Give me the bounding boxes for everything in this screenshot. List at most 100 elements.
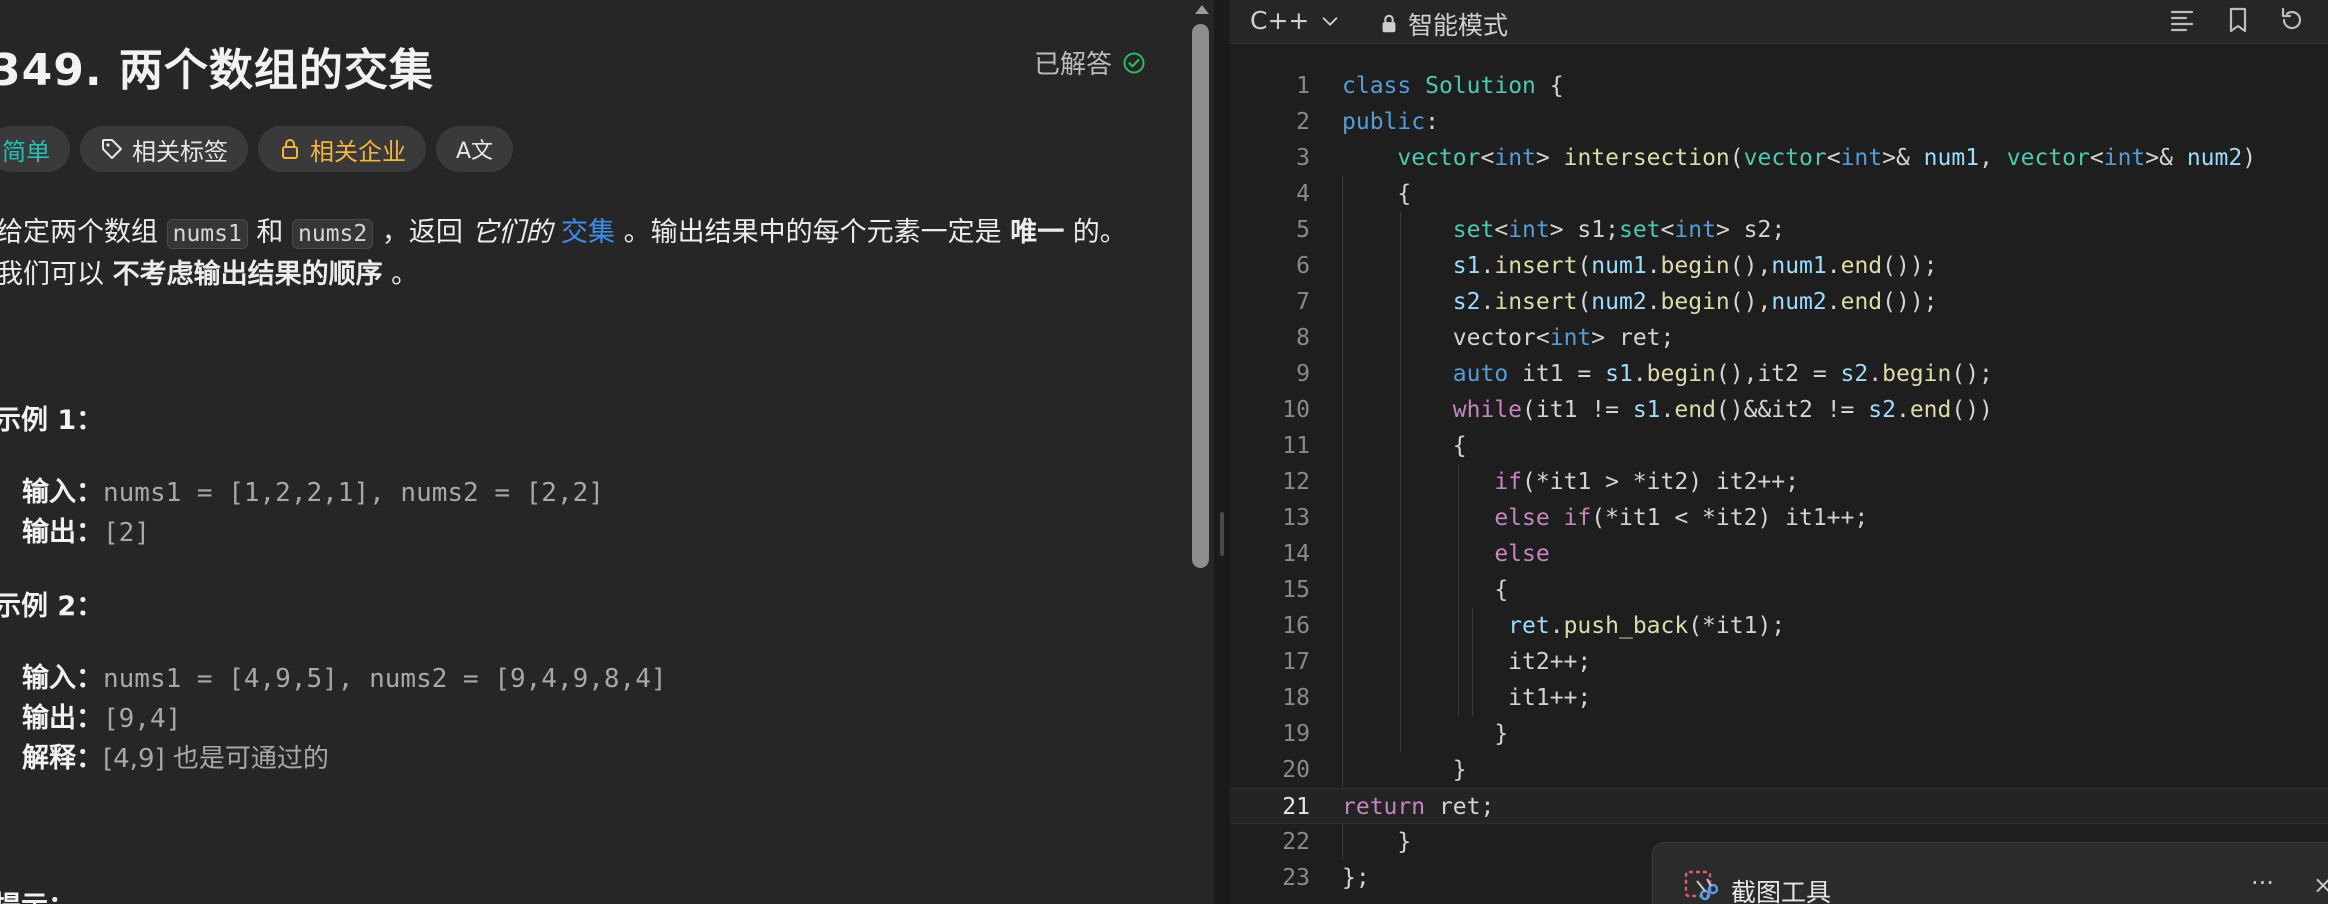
- line-number: 17: [1282, 649, 1310, 675]
- intersection-link[interactable]: 交集: [561, 217, 615, 248]
- more-options-button[interactable]: ···: [2251, 869, 2274, 897]
- line-number: 9: [1296, 361, 1310, 387]
- mode-select[interactable]: 智能模式: [1378, 6, 1508, 42]
- line-number: 13: [1282, 505, 1310, 531]
- chevron-down-icon: [1323, 16, 1338, 26]
- example-2-title: 示例 2：: [0, 591, 104, 622]
- code-line[interactable]: 17 it2++;: [1230, 644, 2328, 680]
- description-line-1: 给定两个数组 nums1 和 nums2 ，返回 它们的 交集 。输出结果中的每…: [0, 210, 1127, 249]
- reset-icon[interactable]: [2278, 6, 2306, 34]
- code-line[interactable]: 6 s1.insert(num1.begin(),num1.end());: [1230, 248, 2328, 284]
- solved-label: 已解答: [1034, 50, 1113, 80]
- code-text: {: [1342, 181, 1412, 207]
- code-line[interactable]: 4 {: [1230, 176, 2328, 212]
- code-text: else: [1494, 541, 1550, 567]
- topics-label: 相关标签: [132, 137, 228, 166]
- code-line[interactable]: 5 set<int> s1;set<int> s2;: [1230, 212, 2328, 248]
- code-line[interactable]: 3 vector<int> intersection(vector<int>& …: [1230, 140, 2328, 176]
- code-line[interactable]: 20 }: [1230, 752, 2328, 788]
- description-line-2: 我们可以 不考虑输出结果的顺序 。: [0, 252, 418, 291]
- translate-icon: A文: [456, 139, 494, 164]
- close-button[interactable]: ×: [2313, 871, 2328, 899]
- code-line-active[interactable]: 21 return ret;: [1230, 788, 2328, 824]
- desc-emphasis: 它们的: [471, 217, 553, 248]
- splitter-grip[interactable]: [1220, 512, 1224, 556]
- output-label: 输出：: [22, 703, 103, 734]
- line-number: 10: [1282, 397, 1310, 423]
- code-line[interactable]: 1 class Solution {: [1230, 68, 2328, 104]
- line-number: 6: [1296, 253, 1310, 279]
- code-text: it1++;: [1342, 685, 1592, 711]
- bookmark-icon[interactable]: [2224, 6, 2252, 34]
- code-line[interactable]: 18 it1++;: [1230, 680, 2328, 716]
- code-text: }: [1342, 757, 1467, 783]
- difficulty-label: 简单: [2, 137, 50, 166]
- inline-code-nums1: nums1: [166, 219, 248, 249]
- code-text: s2.insert(num2.begin(),num2.end());: [1452, 289, 1938, 315]
- topics-tag-button[interactable]: 相关标签: [80, 126, 248, 172]
- code-line[interactable]: 14 else: [1230, 536, 2328, 572]
- desc-text: 我们可以: [0, 259, 113, 290]
- output-label: 输出：: [22, 517, 103, 548]
- code-line[interactable]: 10 while(it1 != s1.end()&&it2 != s2.end(…: [1230, 392, 2328, 428]
- line-number: 21: [1282, 794, 1310, 820]
- language-select[interactable]: C++: [1250, 6, 1341, 35]
- snipping-tool-icon: [1684, 870, 1719, 901]
- scroll-up-arrow-icon[interactable]: [1193, 2, 1211, 16]
- code-line[interactable]: 2 public:: [1230, 104, 2328, 140]
- tag-icon: [102, 139, 122, 159]
- lock-icon: [282, 139, 298, 159]
- code-text: public:: [1342, 109, 1439, 135]
- translate-button[interactable]: A文: [436, 126, 514, 172]
- code-editor[interactable]: C++ 智能模式 1 class Solution { 2 public: 3 …: [1230, 0, 2328, 904]
- line-number: 16: [1282, 613, 1310, 639]
- companies-label: 相关企业: [310, 137, 406, 166]
- problem-title: 349. 两个数组的交集: [0, 45, 434, 96]
- code-line[interactable]: 19 }: [1230, 716, 2328, 752]
- desc-text: 的。: [1064, 217, 1127, 248]
- companies-tag-button[interactable]: 相关企业: [258, 126, 426, 172]
- code-text: return ret;: [1342, 794, 1495, 820]
- desc-text: ，返回: [373, 217, 472, 248]
- format-icon[interactable]: [2168, 6, 2196, 34]
- check-circle-icon: [1123, 52, 1145, 73]
- explain-value: [4,9] 也是可通过的: [103, 744, 329, 774]
- code-line[interactable]: 15 {: [1230, 572, 2328, 608]
- desc-text: 。输出结果中的每个元素一定是: [615, 217, 1011, 248]
- line-number: 2: [1296, 109, 1310, 135]
- code-line[interactable]: 12 if(*it1 > *it2) it2++;: [1230, 464, 2328, 500]
- example-1-output: 输出：[2]: [22, 510, 150, 549]
- inline-code-nums2: nums2: [292, 219, 374, 249]
- line-number: 12: [1282, 469, 1310, 495]
- code-line[interactable]: 16 ret.push_back(*it1);: [1230, 608, 2328, 644]
- popup-title: 截图工具: [1731, 878, 1832, 904]
- line-number: 18: [1282, 685, 1310, 711]
- line-number: 3: [1296, 145, 1310, 171]
- desc-text: 。: [382, 259, 419, 290]
- desc-text: [552, 217, 561, 248]
- code-line[interactable]: 9 auto it1 = s1.begin(),it2 = s2.begin()…: [1230, 356, 2328, 392]
- example-1-title: 示例 1：: [0, 405, 104, 436]
- code-text: };: [1342, 865, 1370, 891]
- code-text: else if(*it1 < *it2) it1++;: [1494, 505, 1869, 531]
- hint-title: 提示：: [0, 884, 75, 904]
- code-line[interactable]: 8 vector<int> ret;: [1230, 320, 2328, 356]
- output-value: [2]: [103, 518, 150, 548]
- line-number: 4: [1296, 181, 1310, 207]
- desc-text: 给定两个数组: [0, 217, 167, 248]
- desc-strong: 不考虑输出结果的顺序: [112, 259, 383, 290]
- language-label: C++: [1250, 6, 1310, 35]
- panel-splitter[interactable]: [1214, 0, 1230, 904]
- code-area[interactable]: 1 class Solution { 2 public: 3 vector<int>…: [1230, 68, 2328, 896]
- scrollbar-thumb[interactable]: [1192, 24, 1209, 568]
- code-text: }: [1342, 721, 1509, 747]
- line-number: 1: [1296, 73, 1310, 99]
- code-line[interactable]: 7 s2.insert(num2.begin(),num2.end());: [1230, 284, 2328, 320]
- output-value: [9,4]: [103, 704, 182, 734]
- snipping-tool-notification[interactable]: 截图工具 ··· ×: [1652, 842, 2328, 904]
- difficulty-badge[interactable]: 简单: [0, 126, 70, 172]
- code-line[interactable]: 11 {: [1230, 428, 2328, 464]
- editor-toolbar: C++ 智能模式: [1230, 0, 2328, 44]
- code-line[interactable]: 13 else if(*it1 < *it2) it1++;: [1230, 500, 2328, 536]
- example-1-input: 输入：nums1 = [1,2,2,1], nums2 = [2,2]: [22, 470, 604, 509]
